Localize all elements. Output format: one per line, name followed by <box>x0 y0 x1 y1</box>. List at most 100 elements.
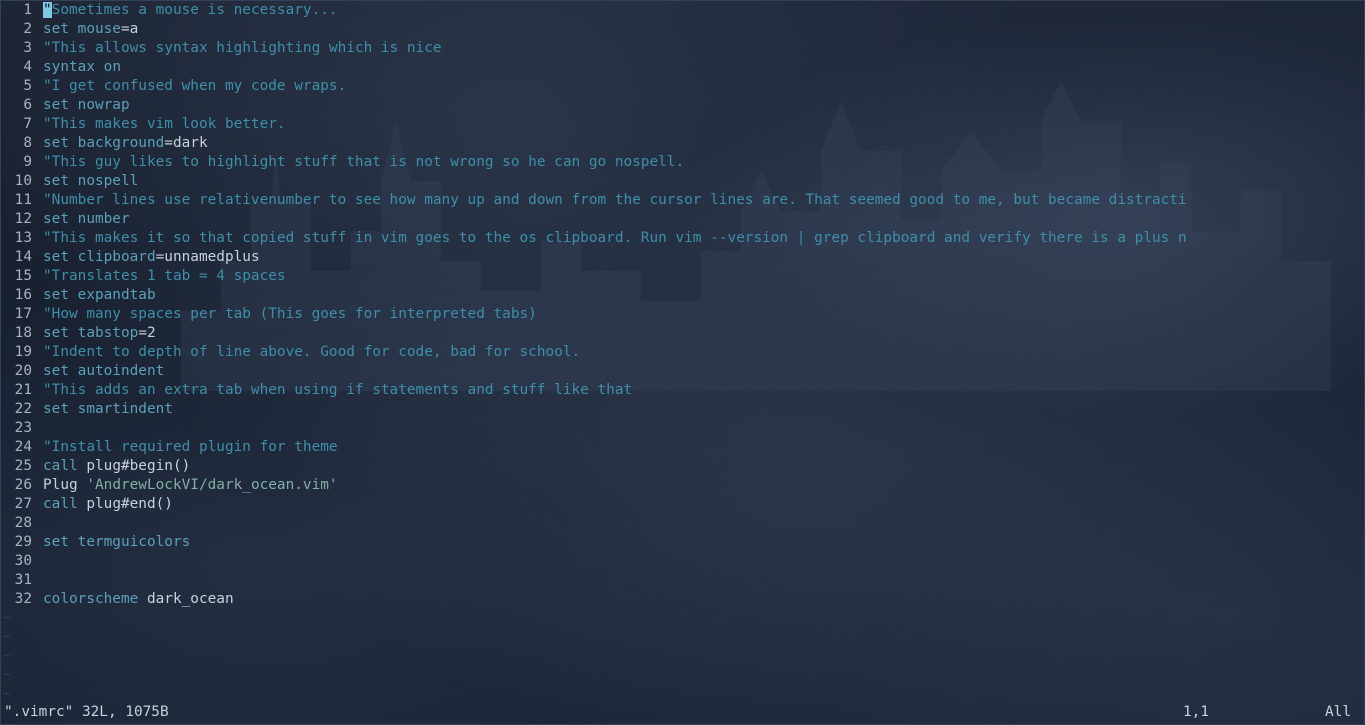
line-text: "This makes vim look better. <box>43 115 1364 134</box>
code-line[interactable]: 15 "Translates 1 tab = 4 spaces <box>1 267 1364 286</box>
code-line[interactable]: 24 "Install required plugin for theme <box>1 438 1364 457</box>
line-text: set autoindent <box>43 362 1364 381</box>
code-line[interactable]: 25 call plug#begin() <box>1 457 1364 476</box>
line-text: set tabstop=2 <box>43 324 1364 343</box>
line-gutter-gap <box>32 39 43 58</box>
code-line[interactable]: 27 call plug#end() <box>1 495 1364 514</box>
code-line[interactable]: 11 "Number lines use relativenumber to se… <box>1 191 1364 210</box>
code-line[interactable]: 14 set clipboard=unnamedplus <box>1 248 1364 267</box>
comment-text: "This makes it so that copied stuff in v… <box>43 230 1187 246</box>
code-line[interactable]: 12 set number <box>1 210 1364 229</box>
code-token: plug#begin() <box>86 458 191 474</box>
code-line[interactable]: 21 "This adds an extra tab when using if … <box>1 381 1364 400</box>
line-number: 5 <box>23 78 32 94</box>
code-token: =unnamedplus <box>155 249 260 265</box>
line-text: syntax on <box>43 58 1364 77</box>
code-line[interactable]: 8 set background=dark <box>1 134 1364 153</box>
comment-text: "I get confused when my code wraps. <box>43 78 347 94</box>
code-token: expandtab <box>77 287 156 303</box>
line-gutter-gap <box>32 172 43 191</box>
code-token: autoindent <box>77 363 165 379</box>
code-line[interactable]: 16 set expandtab <box>1 286 1364 305</box>
code-line[interactable]: 13 "This makes it so that copied stuff in… <box>1 229 1364 248</box>
code-token: tabstop <box>77 325 139 341</box>
line-gutter-gap <box>32 210 43 229</box>
code-line[interactable]: 28 <box>1 514 1364 533</box>
line-number: 3 <box>23 40 32 56</box>
line-text: set expandtab <box>43 286 1364 305</box>
code-line[interactable]: 7 "This makes vim look better. <box>1 115 1364 134</box>
empty-line-marker: ~ <box>2 686 11 702</box>
terminal-window: 1 "Sometimes a mouse is necessary... 2 set … <box>0 0 1365 725</box>
comment-text: "This allows syntax highlighting which i… <box>43 40 442 56</box>
comment-text: "This makes vim look better. <box>43 116 286 132</box>
code-line[interactable]: 32 colorscheme dark_ocean <box>1 590 1364 609</box>
code-line[interactable]: 29 set termguicolors <box>1 533 1364 552</box>
code-line[interactable]: 20 set autoindent <box>1 362 1364 381</box>
code-line[interactable]: 19 "Indent to depth of line above. Good f… <box>1 343 1364 362</box>
line-text: "This allows syntax highlighting which i… <box>43 39 1364 58</box>
line-number: 22 <box>14 401 32 417</box>
line-gutter-gap <box>32 476 43 495</box>
comment-text: "Indent to depth of line above. Good for… <box>43 344 581 360</box>
editor-buffer[interactable]: 1 "Sometimes a mouse is necessary... 2 set … <box>1 1 1364 704</box>
comment-text: "Translates 1 tab = 4 spaces <box>43 268 286 284</box>
line-text: set nowrap <box>43 96 1364 115</box>
line-gutter-gap <box>32 343 43 362</box>
empty-line-marker: ~ <box>2 610 11 626</box>
code-token: set <box>43 325 78 341</box>
line-number: 26 <box>14 477 32 493</box>
code-line[interactable]: 10 set nospell <box>1 172 1364 191</box>
code-line[interactable]: 2 set mouse=a <box>1 20 1364 39</box>
code-token: call <box>43 458 87 474</box>
code-line[interactable]: 18 set tabstop=2 <box>1 324 1364 343</box>
code-token: termguicolors <box>77 534 191 550</box>
code-line[interactable]: 3 "This allows syntax highlighting which … <box>1 39 1364 58</box>
code-token: syntax <box>43 59 104 75</box>
line-gutter-gap <box>32 77 43 96</box>
code-line[interactable]: 6 set nowrap <box>1 96 1364 115</box>
code-token: colorscheme <box>43 591 147 607</box>
line-number: 18 <box>14 325 32 341</box>
code-token: 'AndrewLockVI/dark_ocean.vim' <box>86 477 338 493</box>
code-line[interactable]: 17 "How many spaces per tab (This goes fo… <box>1 305 1364 324</box>
code-token: smartindent <box>77 401 173 417</box>
line-number: 17 <box>14 306 32 322</box>
code-line[interactable]: 23 <box>1 419 1364 438</box>
comment-text: "Install required plugin for theme <box>43 439 338 455</box>
code-token: set <box>43 135 78 151</box>
code-line[interactable]: 5 "I get confused when my code wraps. <box>1 77 1364 96</box>
code-line[interactable]: 26 Plug 'AndrewLockVI/dark_ocean.vim' <box>1 476 1364 495</box>
code-token: =2 <box>138 325 156 341</box>
line-number: 27 <box>14 496 32 512</box>
code-line[interactable]: 30 <box>1 552 1364 571</box>
code-token: on <box>103 59 121 75</box>
line-gutter-gap <box>32 96 43 115</box>
line-number: 16 <box>14 287 32 303</box>
code-token: set <box>43 97 78 113</box>
line-text: "This adds an extra tab when using if st… <box>43 381 1364 400</box>
code-token: Plug <box>43 477 87 493</box>
comment-text: "How many spaces per tab (This goes for … <box>43 306 537 322</box>
code-line[interactable]: 1 "Sometimes a mouse is necessary... <box>1 1 1364 20</box>
code-line[interactable]: 22 set smartindent <box>1 400 1364 419</box>
code-token: set <box>43 363 78 379</box>
line-text: "Number lines use relativenumber to see … <box>43 191 1364 210</box>
line-gutter-gap <box>32 134 43 153</box>
line-text: set nospell <box>43 172 1364 191</box>
code-line[interactable]: 9 "This guy likes to highlight stuff that… <box>1 153 1364 172</box>
line-text: "This makes it so that copied stuff in v… <box>43 229 1364 248</box>
empty-line-marker: ~ <box>2 629 11 645</box>
line-number: 31 <box>14 572 32 588</box>
code-line[interactable]: 31 <box>1 571 1364 590</box>
line-number: 32 <box>14 591 32 607</box>
line-gutter-gap <box>32 571 43 590</box>
line-gutter-gap <box>32 533 43 552</box>
code-line[interactable]: 4 syntax on <box>1 58 1364 77</box>
line-gutter-gap <box>32 324 43 343</box>
line-number: 10 <box>14 173 32 189</box>
line-number: 8 <box>23 135 32 151</box>
line-number: 14 <box>14 249 32 265</box>
line-text: "Sometimes a mouse is necessary... <box>43 1 1364 20</box>
code-token: plug#end() <box>86 496 173 512</box>
